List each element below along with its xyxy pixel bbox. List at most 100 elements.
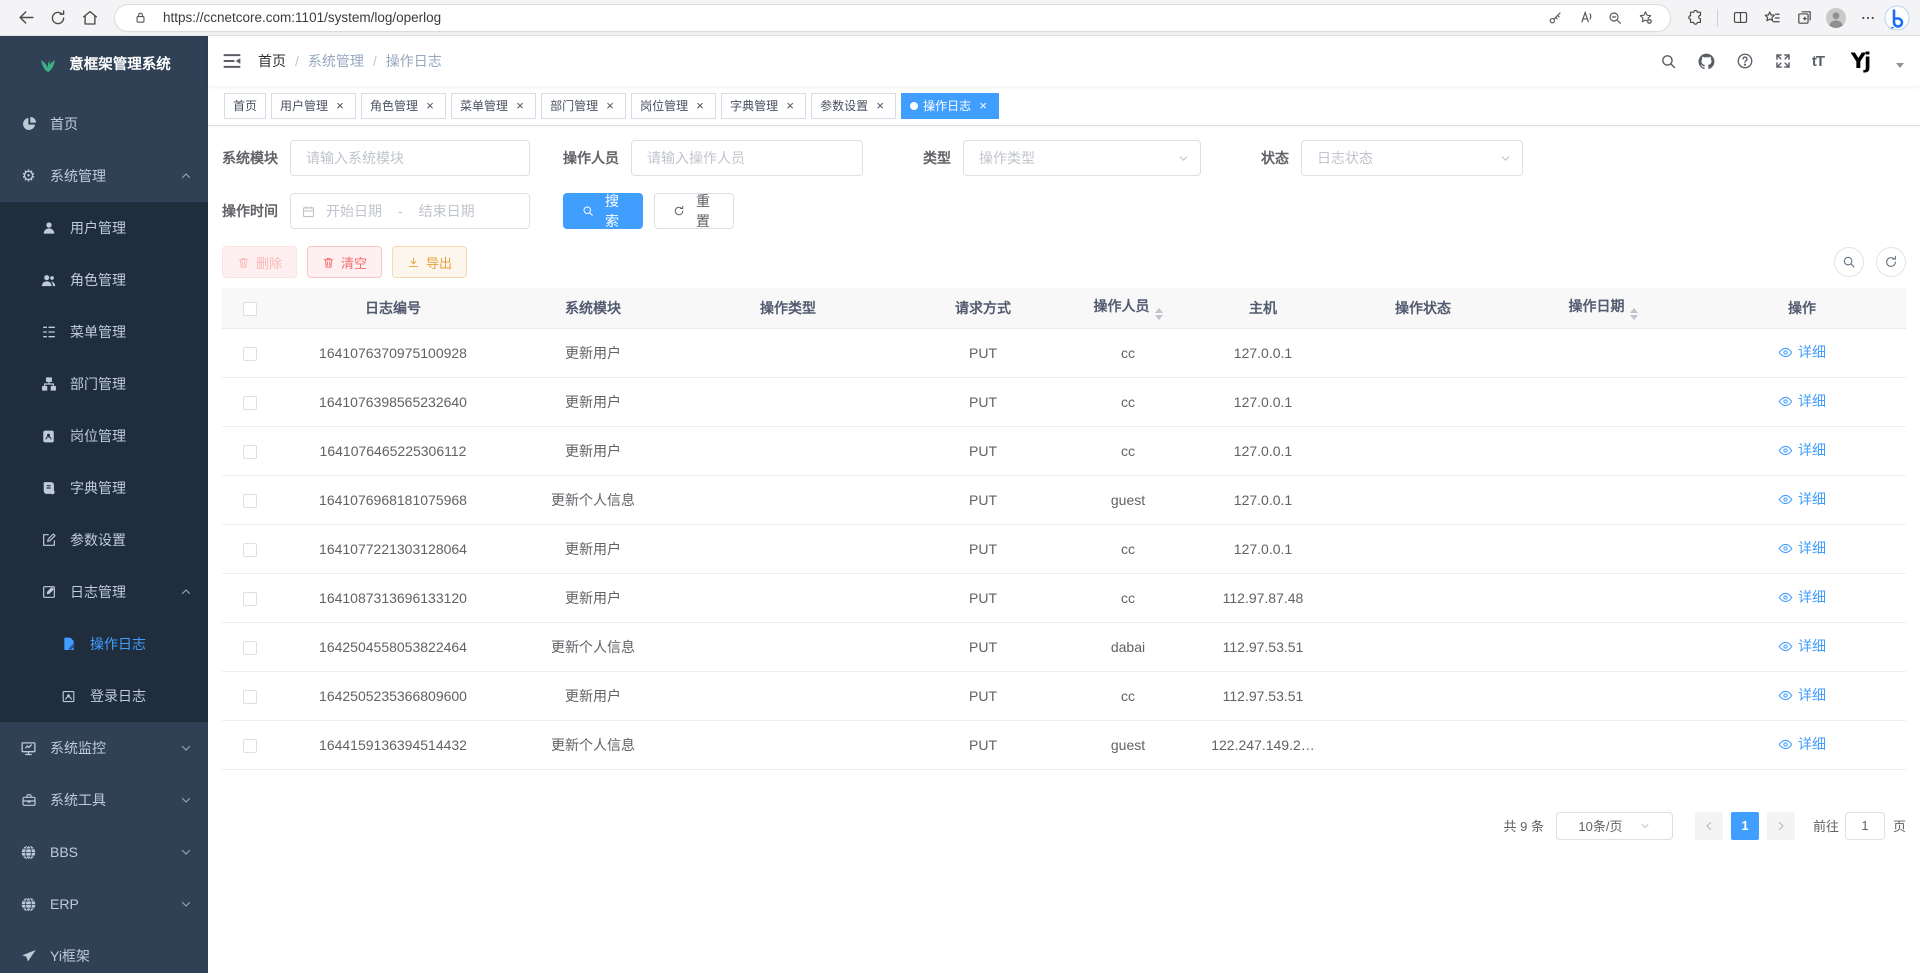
breadcrumb-home[interactable]: 首页: [258, 51, 286, 71]
sidebar-item-user-mgmt[interactable]: 用户管理: [0, 202, 208, 254]
row-checkbox[interactable]: [243, 592, 257, 606]
detail-button[interactable]: 详细: [1778, 440, 1826, 460]
detail-button[interactable]: 详细: [1778, 538, 1826, 558]
address-bar[interactable]: https://ccnetcore.com:1101/system/log/op…: [114, 4, 1671, 32]
fullscreen-icon[interactable]: [1774, 52, 1792, 70]
module-filter-input[interactable]: [290, 140, 530, 176]
tab-close-icon[interactable]: ×: [423, 99, 437, 113]
sidebar-item-param-settings[interactable]: 参数设置: [0, 514, 208, 566]
avatar-dropdown-caret-icon[interactable]: [1896, 63, 1904, 68]
export-button[interactable]: 导出: [392, 246, 467, 278]
favorites-hub-icon[interactable]: [1756, 3, 1788, 33]
sidebar-item-dict-mgmt[interactable]: 字典管理: [0, 462, 208, 514]
tab-param-settings[interactable]: 参数设置×: [811, 93, 896, 119]
detail-button[interactable]: 详细: [1778, 489, 1826, 509]
sidebar-item-dept-mgmt[interactable]: 部门管理: [0, 358, 208, 410]
lock-icon[interactable]: [125, 5, 155, 31]
delete-button[interactable]: 删除: [222, 246, 297, 278]
row-checkbox[interactable]: [243, 739, 257, 753]
row-checkbox[interactable]: [243, 445, 257, 459]
favorite-star-icon[interactable]: [1630, 5, 1660, 31]
operator-filter-input[interactable]: [631, 140, 863, 176]
collections-icon[interactable]: [1788, 3, 1820, 33]
tab-close-icon[interactable]: ×: [693, 99, 707, 113]
goto-page-input[interactable]: [1845, 812, 1885, 840]
detail-button[interactable]: 详细: [1778, 734, 1826, 754]
prev-page-button[interactable]: [1695, 812, 1723, 840]
sidebar-item-operation-log[interactable]: 操作日志: [0, 618, 208, 670]
header-search-icon[interactable]: [1660, 53, 1677, 70]
row-checkbox[interactable]: [243, 641, 257, 655]
select-all-checkbox[interactable]: [243, 302, 257, 316]
row-checkbox[interactable]: [243, 347, 257, 361]
row-checkbox[interactable]: [243, 690, 257, 704]
sidebar-item-menu-mgmt[interactable]: 菜单管理: [0, 306, 208, 358]
sidebar-item-home[interactable]: 首页: [0, 98, 208, 150]
row-checkbox[interactable]: [243, 543, 257, 557]
row-checkbox[interactable]: [243, 396, 257, 410]
sidebar-collapse-icon[interactable]: [222, 51, 242, 71]
sidebar-item-log-mgmt[interactable]: 日志管理: [0, 566, 208, 618]
tab-menu-mgmt[interactable]: 菜单管理×: [451, 93, 536, 119]
page-unit-label: 页: [1893, 816, 1906, 835]
detail-button[interactable]: 详细: [1778, 342, 1826, 362]
zoom-out-icon[interactable]: [1600, 5, 1630, 31]
tab-close-icon[interactable]: ×: [333, 99, 347, 113]
sidebar-item-login-log[interactable]: 登录日志: [0, 670, 208, 722]
sidebar-item-system-tools[interactable]: 系统工具: [0, 774, 208, 826]
detail-button[interactable]: 详细: [1778, 391, 1826, 411]
extensions-icon[interactable]: [1679, 3, 1711, 33]
browser-home-button[interactable]: [74, 3, 106, 33]
sidebar-item-yi-framework[interactable]: Yi框架: [0, 930, 208, 973]
profile-avatar[interactable]: [1820, 3, 1852, 33]
sidebar-item-bbs[interactable]: BBS: [0, 826, 208, 878]
tab-operation-log[interactable]: 操作日志×: [901, 93, 999, 119]
tab-post-mgmt[interactable]: 岗位管理×: [631, 93, 716, 119]
user-avatar[interactable]: Yj: [1844, 46, 1876, 76]
tab-dept-mgmt[interactable]: 部门管理×: [541, 93, 626, 119]
search-button[interactable]: 搜索: [563, 193, 643, 229]
browser-menu-icon[interactable]: [1852, 3, 1884, 33]
detail-button[interactable]: 详细: [1778, 685, 1826, 705]
sidebar-item-system-mgmt[interactable]: ⚙ 系统管理: [0, 150, 208, 202]
show-search-toggle-button[interactable]: [1834, 247, 1864, 277]
github-icon[interactable]: [1697, 52, 1716, 71]
tab-user-mgmt[interactable]: 用户管理×: [271, 93, 356, 119]
browser-refresh-button[interactable]: [42, 3, 74, 33]
tab-role-mgmt[interactable]: 角色管理×: [361, 93, 446, 119]
password-key-icon[interactable]: [1540, 5, 1570, 31]
app-logo[interactable]: 意框架管理系统: [0, 36, 208, 90]
tab-close-icon[interactable]: ×: [513, 99, 527, 113]
sidebar-item-erp[interactable]: ERP: [0, 878, 208, 930]
tab-close-icon[interactable]: ×: [783, 99, 797, 113]
help-icon[interactable]: [1736, 52, 1754, 70]
copilot-icon[interactable]: [1884, 5, 1910, 31]
tab-dict-mgmt[interactable]: 字典管理×: [721, 93, 806, 119]
clear-button[interactable]: 清空: [307, 246, 382, 278]
sidebar-item-post-mgmt[interactable]: 岗位管理: [0, 410, 208, 462]
split-screen-icon[interactable]: [1724, 3, 1756, 33]
sidebar-item-role-mgmt[interactable]: 角色管理: [0, 254, 208, 306]
date-range-picker[interactable]: 开始日期 - 结束日期: [290, 193, 530, 229]
col-operator[interactable]: 操作人员: [1068, 288, 1188, 328]
sidebar-item-system-monitor[interactable]: 系统监控: [0, 722, 208, 774]
col-date[interactable]: 操作日期: [1508, 288, 1698, 328]
refresh-table-button[interactable]: [1876, 247, 1906, 277]
detail-button[interactable]: 详细: [1778, 587, 1826, 607]
tab-home[interactable]: 首页: [224, 93, 266, 119]
font-size-icon[interactable]: tT: [1812, 53, 1824, 70]
url-text[interactable]: https://ccnetcore.com:1101/system/log/op…: [163, 10, 1540, 25]
tab-close-icon[interactable]: ×: [976, 99, 990, 113]
page-number-button[interactable]: 1: [1731, 812, 1759, 840]
type-filter-select[interactable]: 操作类型: [963, 140, 1201, 176]
next-page-button[interactable]: [1767, 812, 1795, 840]
status-filter-select[interactable]: 日志状态: [1301, 140, 1523, 176]
row-checkbox[interactable]: [243, 494, 257, 508]
detail-button[interactable]: 详细: [1778, 636, 1826, 656]
tab-close-icon[interactable]: ×: [873, 99, 887, 113]
browser-back-button[interactable]: [10, 3, 42, 33]
page-size-select[interactable]: 10条/页: [1556, 812, 1673, 840]
read-aloud-icon[interactable]: [1570, 5, 1600, 31]
tab-close-icon[interactable]: ×: [603, 99, 617, 113]
reset-button[interactable]: 重置: [654, 193, 734, 229]
